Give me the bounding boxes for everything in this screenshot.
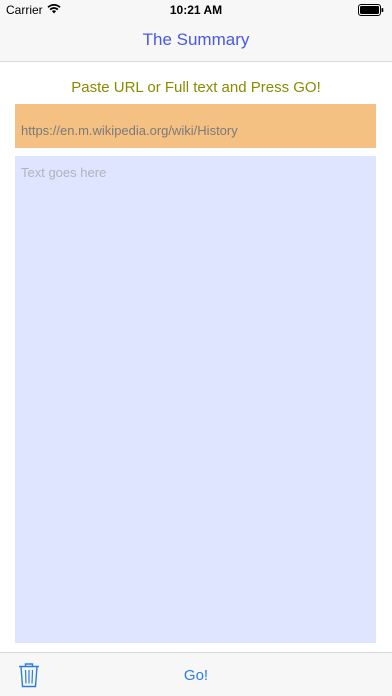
status-bar: Carrier 10:21 AM — [0, 0, 392, 20]
nav-bar: The Summary — [0, 20, 392, 62]
battery-icon — [358, 4, 384, 19]
status-right — [358, 4, 384, 19]
nav-title: The Summary — [142, 30, 250, 49]
url-input[interactable] — [15, 104, 376, 148]
status-time: 10:21 AM — [169, 3, 223, 17]
bottom-toolbar: Go! — [0, 652, 392, 696]
instruction-label: Paste URL or Full text and Press GO! — [71, 79, 321, 96]
text-area-placeholder: Text goes here — [21, 165, 107, 180]
go-button-area: Go! — [0, 667, 392, 684]
go-button[interactable]: Go! — [184, 667, 208, 684]
screen: Carrier 10:21 AM The Summary Paste URL o… — [0, 0, 392, 696]
text-input-area[interactable]: Text goes here — [15, 156, 376, 643]
